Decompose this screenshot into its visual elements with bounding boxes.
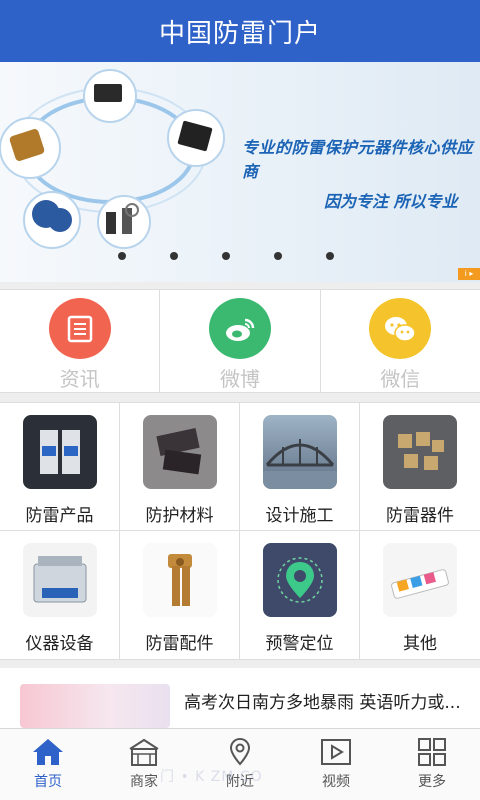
location-pin-image bbox=[262, 543, 337, 617]
quick-link-label: 微信 bbox=[380, 367, 421, 391]
carousel-indicator bbox=[0, 252, 480, 262]
quick-links: 资讯 微博 微信 bbox=[0, 289, 480, 393]
carousel-dot[interactable] bbox=[170, 252, 178, 260]
surge-protector-image bbox=[22, 415, 97, 489]
tab-label: 首页 bbox=[34, 774, 62, 790]
category-label: 防雷产品 bbox=[25, 506, 94, 526]
weibo-icon bbox=[208, 298, 271, 359]
wechat-icon bbox=[369, 298, 432, 359]
category-label: 防雷器件 bbox=[386, 506, 454, 526]
tab-nearby[interactable]: 附近 bbox=[192, 729, 288, 800]
ultrasonic-cleaner-image bbox=[22, 543, 97, 617]
tab-label: 更多 bbox=[418, 774, 446, 790]
carousel-dot[interactable] bbox=[274, 252, 282, 260]
tab-label: 视频 bbox=[322, 774, 350, 790]
quick-link-wechat[interactable]: 微信 bbox=[321, 290, 480, 392]
category-label: 仪器设备 bbox=[25, 634, 94, 654]
news-item[interactable]: 高考次日南方多地暴雨 英语听力或... bbox=[0, 668, 480, 728]
lightning-components-image bbox=[383, 415, 457, 489]
news-title: 高考次日南方多地暴雨 英语听力或... bbox=[184, 693, 461, 713]
tab-label: 附近 bbox=[226, 774, 254, 790]
carousel-dot[interactable] bbox=[118, 252, 126, 260]
ground-clamp-image bbox=[142, 543, 217, 617]
banner-slogan-sub: 因为专注 所以专业 bbox=[324, 192, 458, 211]
location-icon bbox=[229, 737, 251, 766]
video-icon bbox=[321, 739, 351, 765]
category-label: 预警定位 bbox=[265, 634, 334, 654]
category-label: 其他 bbox=[403, 634, 437, 654]
banner-slogan-main: 专业的防雷保护元器件核心供应商 bbox=[242, 138, 474, 181]
tab-video[interactable]: 视频 bbox=[288, 729, 384, 800]
power-strip-image bbox=[383, 543, 457, 617]
category-label: 防护材料 bbox=[145, 506, 214, 526]
category-label: 防雷配件 bbox=[145, 634, 214, 654]
news-icon bbox=[48, 298, 111, 359]
bridge-construction-image bbox=[262, 415, 337, 489]
category-lightning-accessories[interactable]: 防雷配件 bbox=[120, 531, 240, 659]
category-lightning-components[interactable]: 防雷器件 bbox=[360, 403, 480, 531]
tab-label: 商家 bbox=[130, 774, 158, 790]
more-grid-icon bbox=[418, 738, 446, 766]
quick-link-news[interactable]: 资讯 bbox=[0, 290, 161, 392]
category-label: 设计施工 bbox=[265, 506, 334, 526]
quick-link-label: 资讯 bbox=[59, 367, 100, 391]
app-header: 中国防雷门户 bbox=[0, 0, 480, 62]
tab-more[interactable]: 更多 bbox=[384, 729, 480, 800]
tab-merchants[interactable]: 商家 bbox=[96, 729, 192, 800]
protective-material-image bbox=[142, 415, 217, 489]
news-thumbnail bbox=[20, 684, 170, 728]
category-lightning-products[interactable]: 防雷产品 bbox=[0, 403, 120, 531]
category-warning-location[interactable]: 预警定位 bbox=[240, 531, 360, 659]
banner-carousel[interactable]: 专业的防雷保护元器件核心供应商 因为专注 所以专业 i ▸ bbox=[0, 62, 480, 282]
carousel-dot[interactable] bbox=[326, 252, 334, 260]
category-other[interactable]: 其他 bbox=[360, 531, 480, 659]
page-title: 中国防雷门户 bbox=[158, 18, 321, 49]
home-icon bbox=[33, 739, 63, 765]
quick-link-weibo[interactable]: 微博 bbox=[160, 290, 321, 392]
store-icon bbox=[129, 738, 159, 766]
category-design-construction[interactable]: 设计施工 bbox=[240, 403, 360, 531]
carousel-dot[interactable] bbox=[222, 252, 230, 260]
category-instruments[interactable]: 仪器设备 bbox=[0, 531, 120, 659]
category-protective-materials[interactable]: 防护材料 bbox=[120, 403, 240, 531]
bottom-tab-bar: 首页 商家 附近 视频 更多 bbox=[0, 728, 480, 800]
ad-badge-icon: i ▸ bbox=[458, 268, 480, 280]
tab-home[interactable]: 首页 bbox=[0, 729, 96, 800]
category-grid: 防雷产品 防护材料 设计施工 防雷器件 仪器设备 防雷配件 预警定位 其他 bbox=[0, 402, 480, 660]
quick-link-label: 微博 bbox=[219, 367, 260, 391]
